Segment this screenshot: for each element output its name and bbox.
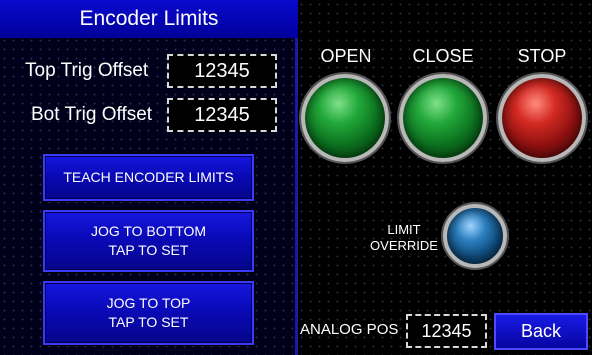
back-button-label: Back — [520, 321, 562, 341]
open-lamp-label: OPEN — [320, 46, 372, 66]
open-lamp-button[interactable] — [301, 74, 389, 162]
page-title: Encoder Limits — [0, 0, 298, 38]
stop-lamp-button[interactable] — [498, 74, 586, 162]
teach-encoder-limits-label: TEACH ENCODER LIMITS — [63, 169, 234, 185]
jog-to-top-label-line2: TAP TO SET — [108, 314, 189, 330]
analog-pos-label: ANALOG POS — [300, 321, 399, 338]
jog-to-bottom-label-line2: TAP TO SET — [108, 242, 189, 258]
analog-pos-value: 12345 — [421, 320, 472, 341]
close-lamp-button[interactable] — [399, 74, 487, 162]
top-trig-offset-value: 12345 — [194, 59, 250, 82]
limit-override-label: LIMIT OVERRIDE — [364, 222, 444, 254]
limit-override-label-line1: LIMIT — [387, 222, 421, 237]
limit-override-label-line2: OVERRIDE — [370, 238, 438, 253]
top-trig-offset-label: Top Trig Offset — [25, 60, 149, 81]
teach-encoder-limits-button[interactable]: TEACH ENCODER LIMITS — [43, 154, 254, 201]
jog-to-top-label-line1: JOG TO TOP — [106, 295, 191, 311]
limit-override-button[interactable] — [443, 204, 507, 268]
page-title-text: Encoder Limits — [79, 7, 219, 30]
bot-trig-offset-field[interactable]: 12345 — [167, 98, 277, 132]
stop-lamp-label: STOP — [517, 46, 567, 66]
bot-trig-offset-label: Bot Trig Offset — [31, 104, 153, 125]
jog-to-top-button[interactable]: JOG TO TOP TAP TO SET — [43, 281, 254, 345]
top-trig-offset-field[interactable]: 12345 — [167, 54, 277, 88]
bot-trig-offset-value: 12345 — [194, 103, 250, 126]
back-button[interactable]: Back — [494, 313, 588, 350]
analog-pos-field: 12345 — [406, 314, 487, 348]
jog-to-bottom-label-line1: JOG TO BOTTOM — [90, 223, 207, 239]
jog-to-bottom-button[interactable]: JOG TO BOTTOM TAP TO SET — [43, 210, 254, 272]
close-lamp-label: CLOSE — [412, 46, 474, 66]
